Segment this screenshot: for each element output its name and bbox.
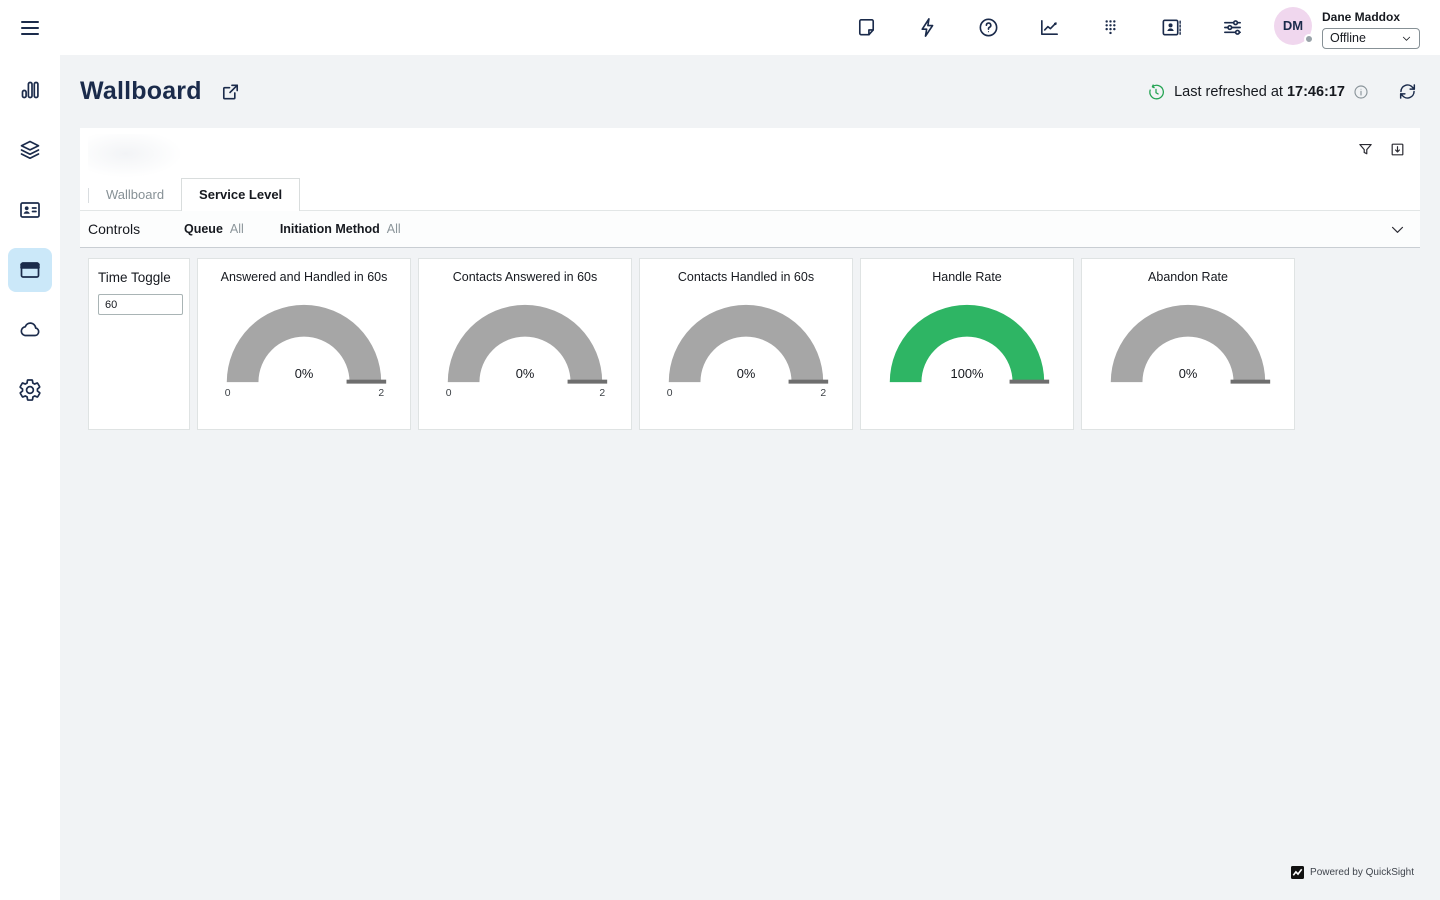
gauge-target-tick — [568, 380, 608, 384]
controls-label: Controls — [88, 221, 184, 237]
refresh-icon[interactable] — [1397, 81, 1418, 102]
status-value: Offline — [1330, 31, 1366, 45]
sliders-icon[interactable] — [1221, 16, 1244, 39]
gauge-target-tick — [1231, 380, 1271, 384]
timer-icon — [1147, 83, 1165, 101]
gauge-min-label: 0 — [225, 388, 231, 399]
gauge-card: Contacts Answered in 60s 0% 0 2 — [418, 258, 632, 430]
gear-icon — [18, 378, 42, 402]
sidebar-item-metrics[interactable] — [8, 68, 52, 112]
refresh-group: Last refreshed at 17:46:17 — [1147, 81, 1418, 102]
gauge-chart: 0% 0 2 — [205, 291, 403, 402]
tab-service-level[interactable]: Service Level — [181, 178, 300, 211]
sidebar-item-cloud[interactable] — [8, 308, 52, 352]
dialpad-icon[interactable] — [1099, 16, 1122, 39]
dashboard-panel: Wallboard Service Level Controls Queue A… — [80, 128, 1420, 248]
gauge-card: Contacts Handled in 60s 0% 0 2 — [639, 258, 853, 430]
gauge-min-label: 0 — [446, 388, 452, 399]
gauge-title: Contacts Handled in 60s — [678, 270, 814, 284]
user-block: DM Dane Maddox Offline — [1274, 7, 1420, 49]
info-icon[interactable] — [1353, 84, 1369, 100]
gauge-chart: 0% — [1089, 291, 1287, 402]
filter-initiation-method[interactable]: Initiation Method All — [280, 222, 401, 236]
top-bar-icons — [855, 16, 1244, 39]
top-bar: DM Dane Maddox Offline — [60, 0, 1440, 55]
page-title: Wallboard — [80, 77, 202, 106]
gauge-target-tick — [789, 380, 829, 384]
gauge-card: Abandon Rate 0% — [1081, 258, 1295, 430]
external-link-icon[interactable] — [219, 80, 242, 103]
gauge-target-tick — [347, 380, 387, 384]
contact-book-icon[interactable] — [1160, 16, 1183, 39]
controls-row: Controls Queue All Initiation Method All — [80, 211, 1420, 248]
gauge-target-tick — [1010, 380, 1050, 384]
last-refreshed-label: Last refreshed at 17:46:17 — [1174, 84, 1345, 100]
gauge-min-label: 0 — [667, 388, 673, 399]
export-icon[interactable] — [1389, 141, 1406, 158]
gauge-value: 0% — [737, 366, 756, 381]
bar-chart-icon — [18, 78, 42, 102]
layers-icon — [18, 138, 42, 162]
status-dot — [1304, 34, 1314, 44]
lightning-icon[interactable] — [916, 16, 939, 39]
quicksight-logo-icon — [1291, 866, 1304, 879]
user-name: Dane Maddox — [1322, 10, 1420, 24]
sidebar-item-wallboard[interactable] — [8, 248, 52, 292]
gauge-chart: 100% — [868, 291, 1066, 402]
gauge-max-label: 2 — [378, 388, 384, 399]
browser-window-icon — [18, 258, 42, 282]
title-row: Wallboard Last refreshed at 17:46:17 — [60, 55, 1440, 128]
time-toggle-label: Time Toggle — [98, 270, 181, 285]
chevron-down-icon — [1401, 33, 1412, 44]
gauge-title: Handle Rate — [932, 270, 1002, 284]
gauge-value: 100% — [951, 366, 984, 381]
cloud-icon — [18, 318, 42, 342]
main-content: Wallboard Last refreshed at 17:46:17 — [60, 55, 1440, 900]
quicksight-footer-text: Powered by QuickSight — [1310, 867, 1414, 878]
gauge-chart: 0% 0 2 — [426, 291, 624, 402]
gauge-value: 0% — [516, 366, 535, 381]
filter-queue[interactable]: Queue All — [184, 222, 244, 236]
tab-wallboard[interactable]: Wallboard — [89, 180, 181, 210]
left-sidebar — [0, 0, 60, 900]
gauge-chart: 0% 0 2 — [647, 291, 845, 402]
gauge-value: 0% — [295, 366, 314, 381]
sidebar-item-settings[interactable] — [8, 368, 52, 412]
help-icon[interactable] — [977, 16, 1000, 39]
sidebar-item-flows[interactable] — [8, 128, 52, 172]
gauge-max-label: 2 — [599, 388, 605, 399]
gauge-card: Answered and Handled in 60s 0% 0 2 — [197, 258, 411, 430]
filter-icon[interactable] — [1357, 141, 1374, 158]
sticky-note-icon[interactable] — [855, 16, 878, 39]
menu-icon[interactable] — [18, 16, 42, 40]
sidebar-item-contacts[interactable] — [8, 188, 52, 232]
gauge-max-label: 2 — [820, 388, 826, 399]
gauge-title: Answered and Handled in 60s — [221, 270, 388, 284]
gauge-title: Contacts Answered in 60s — [453, 270, 598, 284]
panel-actions — [1357, 141, 1406, 158]
quicksight-footer: Powered by QuickSight — [1291, 866, 1414, 879]
status-dropdown[interactable]: Offline — [1322, 28, 1420, 49]
gauge-title: Abandon Rate — [1148, 270, 1228, 284]
gauge-value: 0% — [1179, 366, 1198, 381]
time-toggle-input[interactable] — [98, 294, 183, 315]
line-chart-icon[interactable] — [1038, 16, 1061, 39]
id-card-icon — [18, 198, 42, 222]
last-refreshed-time: 17:46:17 — [1287, 84, 1345, 100]
collapse-chevron-icon[interactable] — [1389, 221, 1406, 238]
gauge-card: Handle Rate 100% — [860, 258, 1074, 430]
cards-row: Time Toggle Answered and Handled in 60s … — [88, 258, 1420, 430]
sidebar-nav — [8, 68, 52, 428]
time-toggle-card: Time Toggle — [88, 258, 190, 430]
tabs-row: Wallboard Service Level — [80, 128, 1420, 211]
loading-watermark — [88, 134, 183, 178]
